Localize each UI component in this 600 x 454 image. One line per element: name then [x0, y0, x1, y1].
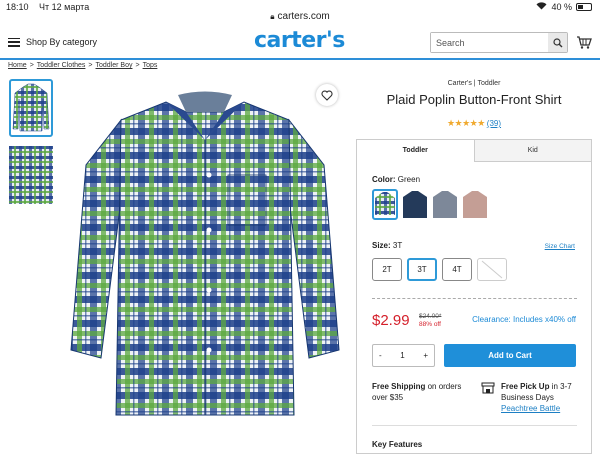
menu-label: Shop By category [26, 37, 98, 47]
pickup-bold: Free Pick Up [501, 382, 550, 391]
swatch-pink-image [463, 191, 487, 218]
status-bar: 18:10 Чт 12 марта 🔒︎ carters.com 40 % [0, 0, 600, 26]
add-to-cart-button[interactable]: Add to Cart [444, 344, 576, 367]
tab-toddler[interactable]: Toddler [357, 140, 474, 162]
quantity-minus-button[interactable]: - [379, 351, 382, 360]
age-tabs: Toddler Kid [357, 140, 591, 162]
swatch-navy-image [403, 191, 427, 218]
sale-price: $2.99 [372, 312, 410, 329]
size-label: Size: [372, 241, 391, 250]
pickup-info: Free Pick Up in 3-7 Business Days Peacht… [481, 381, 586, 414]
size-unavailable-button [477, 258, 507, 281]
size-value: 3T [392, 241, 403, 250]
wifi-icon [536, 2, 547, 12]
swatch-green[interactable] [372, 189, 398, 220]
size-label-row: Size: 3T [372, 241, 402, 250]
swatch-pink[interactable] [462, 189, 488, 220]
quantity-plus-button[interactable]: + [423, 351, 428, 360]
quantity-stepper: - 1 + [372, 344, 435, 367]
divider-dashed [372, 298, 577, 299]
lock-icon: 🔒︎ [270, 12, 275, 21]
swatch-navy-fill [403, 191, 427, 218]
status-right: 40 % [536, 2, 592, 12]
swatch-gray-fill [433, 191, 457, 218]
discount-percent: 88% off [419, 321, 441, 328]
heart-icon [321, 90, 333, 101]
quantity-value[interactable]: 1 [400, 351, 404, 360]
store-icon [481, 382, 495, 397]
breadcrumb-toddler-boy[interactable]: Toddler Boy [96, 62, 133, 69]
plaid-shirt-image [70, 91, 340, 416]
shirt-thumbnail-image [12, 83, 50, 132]
swatch-navy[interactable] [402, 189, 428, 220]
search-button[interactable] [548, 33, 567, 52]
clearance-note: Clearance: Includes x40% off [472, 315, 576, 324]
shop-by-category-button[interactable]: Shop By category [8, 37, 97, 47]
battery-icon [576, 3, 592, 11]
shipping-bold: Free Shipping [372, 382, 426, 391]
size-chart-link[interactable]: Size Chart [545, 243, 575, 250]
search-box [430, 32, 568, 53]
favorite-button[interactable] [316, 84, 338, 106]
size-2t-button[interactable]: 2T [372, 258, 402, 281]
fabric-thumbnail-image [9, 146, 53, 204]
tab-kid[interactable]: Kid [473, 140, 591, 162]
divider [372, 425, 577, 426]
thumbnail-2[interactable] [9, 146, 53, 204]
address-bar[interactable]: 🔒︎ carters.com [0, 11, 600, 22]
product-main-image[interactable] [66, 80, 344, 425]
thumbnail-1[interactable] [9, 79, 53, 137]
product-brand: Carter's | Toddler [447, 80, 501, 87]
store-link[interactable]: Peachtree Battle [501, 404, 560, 413]
search-input[interactable] [431, 33, 548, 52]
breadcrumb-home[interactable]: Home [8, 62, 27, 69]
search-icon [552, 37, 562, 47]
swatch-gray[interactable] [432, 189, 458, 220]
product-rating: ★★★★★ (39) [356, 118, 592, 129]
unavailable-strike-icon [481, 260, 503, 279]
cart-button[interactable] [576, 36, 592, 54]
color-value: Green [397, 175, 421, 184]
product-title: Plaid Poplin Button-Front Shirt [386, 92, 562, 107]
rating-stars: ★★★★★ [446, 118, 485, 128]
swatch-gray-image [433, 191, 457, 218]
swatch-pink-fill [463, 191, 487, 218]
breadcrumb: Home > Toddler Clothes > Toddler Boy > Tops [8, 62, 158, 69]
original-price: $24.00* [419, 313, 442, 320]
product-options-panel: Toddler Kid Color: Green Size: 3T Size C… [356, 139, 592, 454]
color-label: Color: [372, 175, 396, 184]
cart-icon [577, 36, 592, 49]
review-count-link[interactable]: (39) [487, 119, 501, 128]
color-label-row: Color: Green [372, 175, 420, 184]
swatch-green-image [375, 192, 395, 215]
hamburger-icon [8, 37, 20, 47]
size-4t-button[interactable]: 4T [442, 258, 472, 281]
address-url: carters.com [277, 11, 330, 22]
size-3t-button[interactable]: 3T [407, 258, 437, 281]
shipping-info: Free Shipping on orders over $35 [372, 381, 462, 403]
breadcrumb-tops[interactable]: Tops [143, 62, 158, 69]
breadcrumb-toddler-clothes[interactable]: Toddler Clothes [37, 62, 86, 69]
battery-percent: 40 % [551, 2, 572, 12]
site-header: Shop By category carter's [0, 26, 600, 60]
key-features-heading[interactable]: Key Features [372, 440, 422, 449]
carters-logo[interactable]: carter's [254, 28, 345, 53]
